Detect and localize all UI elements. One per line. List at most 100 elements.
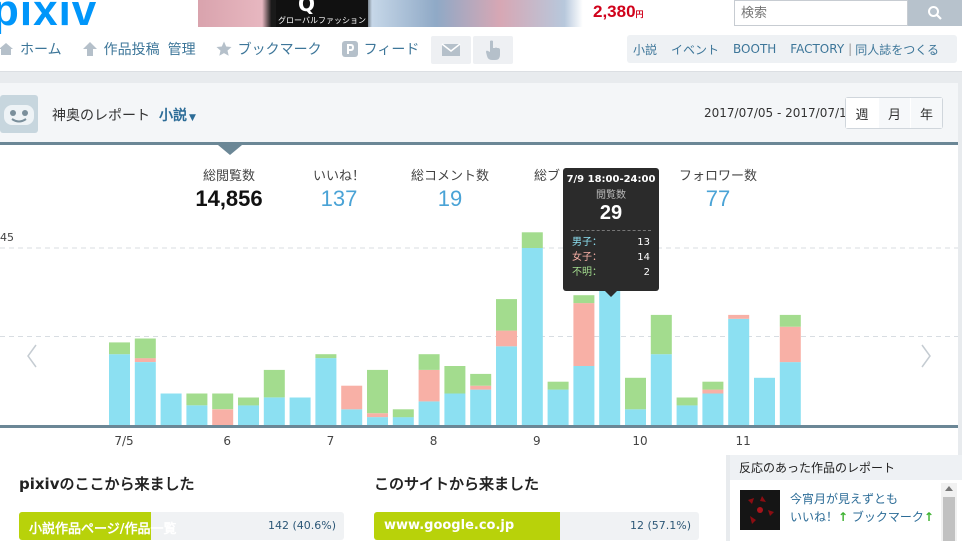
- pixiv-logo[interactable]: pixiv: [0, 0, 97, 36]
- nav-bookmark[interactable]: ブックマーク: [214, 39, 322, 59]
- bar-segment-male[interactable]: [547, 389, 569, 425]
- bar-segment-female[interactable]: [341, 385, 363, 410]
- bar-segment-female[interactable]: [212, 409, 234, 425]
- views-stacked-bar-chart: 7/5 6 7 8 9 10 11 45: [0, 231, 958, 448]
- bar-segment-male[interactable]: [521, 248, 543, 425]
- bar-segment-unknown[interactable]: [238, 397, 259, 406]
- bar-segment-unknown[interactable]: [263, 369, 285, 398]
- service-links: 小説 イベント BOOTH FACTORY | 同人誌をつくる: [627, 35, 957, 63]
- bar-segment-male[interactable]: [341, 409, 363, 425]
- bar-segment-male[interactable]: [367, 417, 388, 425]
- bar-segment-unknown[interactable]: [134, 338, 156, 359]
- link-event[interactable]: イベント: [671, 41, 719, 58]
- bar-segment-unknown[interactable]: [444, 366, 466, 394]
- period-year[interactable]: 年: [910, 98, 942, 128]
- bar-segment-male[interactable]: [289, 397, 311, 426]
- bar-segment-unknown[interactable]: [109, 342, 130, 355]
- bar-segment-unknown[interactable]: [779, 314, 801, 327]
- bar-segment-female[interactable]: [573, 303, 595, 366]
- bar-segment-male[interactable]: [496, 346, 517, 425]
- bar-segment-male[interactable]: [263, 397, 285, 426]
- bar-segment-female[interactable]: [779, 326, 801, 363]
- link-factory[interactable]: FACTORY: [790, 42, 844, 56]
- y-axis-max-label: 45: [0, 231, 14, 244]
- bar-segment-unknown[interactable]: [315, 354, 337, 359]
- search-button[interactable]: [908, 0, 962, 26]
- hand-pointer-icon: [486, 40, 500, 60]
- bar-segment-unknown[interactable]: [496, 299, 517, 331]
- bar-segment-unknown[interactable]: [676, 397, 698, 406]
- bar-segment-female[interactable]: [728, 314, 750, 319]
- bar-segment-female[interactable]: [702, 389, 724, 394]
- bar-segment-female[interactable]: [496, 330, 517, 347]
- search-input[interactable]: [734, 0, 908, 26]
- bar-segment-unknown[interactable]: [650, 314, 672, 355]
- bar-segment-male[interactable]: [186, 405, 208, 425]
- referrer-section: pixivのここから来ました 小説作品ページ/作品一覧 142 (40.6%) …: [0, 455, 726, 541]
- link-doujin[interactable]: 同人誌をつくる: [855, 41, 939, 58]
- bar-segment-unknown[interactable]: [547, 381, 569, 390]
- bar-segment-male[interactable]: [418, 401, 440, 425]
- bar-segment-unknown[interactable]: [367, 369, 388, 414]
- ad-banner[interactable]: Q グローバルファッション 2,380円: [198, 0, 656, 27]
- bar-segment-male[interactable]: [109, 354, 130, 425]
- bar-segment-unknown[interactable]: [573, 295, 595, 304]
- nav-feed[interactable]: フィード: [340, 39, 419, 59]
- bar-segment-unknown[interactable]: [702, 381, 724, 390]
- link-booth[interactable]: BOOTH: [733, 42, 776, 56]
- bar-segment-female[interactable]: [418, 369, 440, 402]
- scroll-up-icon[interactable]: [945, 486, 953, 491]
- bar-segment-male[interactable]: [625, 409, 646, 425]
- top-header: pixiv Qグローバルファッション 2,380円 ホーム 作品投稿 管理 ブッ…: [0, 0, 962, 72]
- bar-segment-male[interactable]: [676, 405, 698, 425]
- from-pixiv-bar[interactable]: 小説作品ページ/作品一覧 142 (40.6%): [19, 512, 344, 540]
- from-site-bar[interactable]: www.google.co.jp 12 (57.1%): [374, 512, 699, 540]
- bar-segment-unknown[interactable]: [470, 373, 492, 386]
- bar-segment-unknown[interactable]: [212, 393, 234, 410]
- nav-upload[interactable]: 作品投稿: [80, 39, 160, 59]
- bar-segment-male[interactable]: [160, 393, 182, 426]
- work-title-link[interactable]: 今宵月が見えずとも: [790, 490, 940, 508]
- avatar[interactable]: [0, 95, 38, 133]
- bar-segment-male[interactable]: [728, 318, 750, 425]
- bar-segment-unknown[interactable]: [418, 354, 440, 370]
- stat-views[interactable]: 総閲覧数 14,856: [191, 165, 267, 212]
- bar-segment-male[interactable]: [779, 362, 801, 425]
- bar-segment-female[interactable]: [134, 358, 156, 362]
- bar-segment-unknown[interactable]: [625, 377, 646, 410]
- bar-segment-unknown[interactable]: [186, 393, 208, 406]
- side-scrollbar-thumb[interactable]: [943, 497, 955, 541]
- bar-segment-male[interactable]: [650, 354, 672, 425]
- work-thumbnail[interactable]: [740, 490, 780, 530]
- notifications-button[interactable]: [473, 36, 513, 64]
- bar-segment-male[interactable]: [573, 366, 595, 425]
- period-month[interactable]: 月: [878, 98, 910, 128]
- report-header: 神奥のレポート 小説 ▼ 2017/07/05 - 2017/07/11 週 月 …: [0, 83, 958, 145]
- nav-manage[interactable]: 管理: [168, 39, 196, 59]
- nav-home[interactable]: ホーム: [0, 39, 62, 59]
- bar-segment-female[interactable]: [367, 413, 388, 418]
- mail-icon: [441, 43, 461, 56]
- bar-segment-male[interactable]: [599, 283, 621, 425]
- bar-segment-unknown[interactable]: [392, 409, 414, 418]
- bar-segment-male[interactable]: [444, 393, 466, 426]
- prev-arrow-icon[interactable]: [27, 344, 37, 368]
- link-novel[interactable]: 小説: [633, 41, 657, 58]
- stat-likes[interactable]: いいね！ 137: [306, 165, 372, 212]
- period-week[interactable]: 週: [846, 98, 878, 128]
- bar-segment-unknown[interactable]: [521, 232, 543, 248]
- period-toggle: 週 月 年: [845, 97, 943, 129]
- bar-segment-male[interactable]: [134, 362, 156, 425]
- bar-segment-male[interactable]: [238, 405, 259, 425]
- next-arrow-icon[interactable]: [921, 344, 931, 368]
- stat-comments[interactable]: 総コメント数 19: [410, 165, 490, 212]
- bar-segment-male[interactable]: [392, 417, 414, 425]
- bar-segment-male[interactable]: [702, 393, 724, 426]
- bar-segment-male[interactable]: [315, 358, 337, 425]
- bar-segment-male[interactable]: [754, 377, 775, 425]
- messages-button[interactable]: [431, 36, 471, 64]
- report-kind-dropdown[interactable]: 小説 ▼: [159, 105, 196, 125]
- bar-segment-male[interactable]: [470, 389, 492, 425]
- stat-followers[interactable]: フォロワー数 77: [678, 165, 758, 212]
- bar-segment-female[interactable]: [470, 385, 492, 390]
